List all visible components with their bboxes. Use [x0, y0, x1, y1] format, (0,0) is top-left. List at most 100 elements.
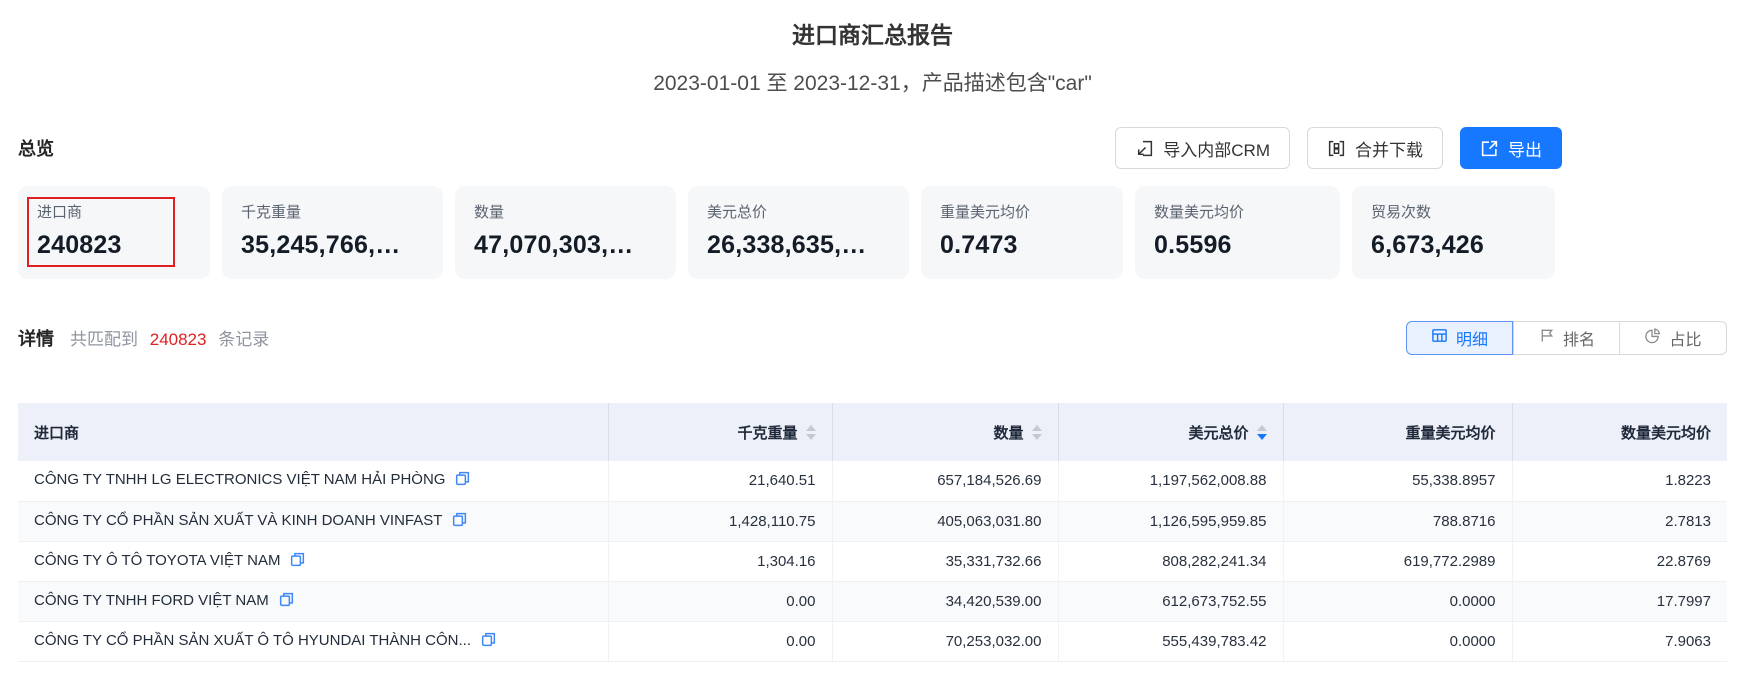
cell-usd: 1,197,562,008.88	[1058, 461, 1284, 502]
highlight-annotation-box	[27, 197, 175, 267]
cell-qty: 405,063,031.80	[832, 501, 1059, 542]
column-header-label: 美元总价	[1188, 424, 1249, 442]
stat-card-quantity: 数量 47,070,303,…	[455, 186, 676, 279]
column-header-usd: 美元总价	[1058, 403, 1284, 461]
stat-card-value: 0.5596	[1154, 231, 1232, 259]
page-title: 进口商汇总报告	[792, 22, 953, 48]
column-header-qty_avg: 数量美元均价	[1512, 403, 1727, 461]
importer-name-cell: CÔNG TY TNHH LG ELECTRONICS VIỆT NAM HẢI…	[18, 461, 609, 502]
stats-cards: 进口商 240823 千克重量 35,245,766,… 数量 47,070,303,… 美…	[18, 186, 1727, 279]
merge-download-button-label: 合并下载	[1355, 140, 1423, 160]
cell-kg_avg: 55,338.8957	[1283, 461, 1513, 502]
copy-icon[interactable]	[454, 470, 471, 491]
stat-card-label: 美元总价	[707, 204, 768, 221]
cell-kg: 0.00	[608, 581, 833, 622]
cell-qty_avg: 17.7997	[1512, 581, 1727, 622]
importer-name[interactable]: CÔNG TY Ô TÔ TOYOTA VIỆT NAM	[34, 552, 280, 569]
column-header-label: 重量美元均价	[1405, 424, 1496, 442]
stat-card-trade-count: 贸易次数 6,673,426	[1352, 186, 1555, 279]
cell-kg_avg: 619,772.2989	[1283, 541, 1513, 582]
sort-desc-icon[interactable]	[805, 433, 816, 440]
table-row: CÔNG TY CỔ PHẦN SẢN XUẤT Ô TÔ HYUNDAI TH…	[18, 621, 1727, 662]
copy-icon[interactable]	[480, 631, 497, 652]
cell-kg_avg: 788.8716	[1283, 501, 1513, 542]
sort-carets-qty[interactable]	[1031, 424, 1042, 440]
cell-kg: 1,304.16	[608, 541, 833, 582]
table-row: CÔNG TY CỔ PHẦN SẢN XUẤT VÀ KINH DOANH V…	[18, 501, 1727, 542]
column-header-qty: 数量	[832, 403, 1059, 461]
tab-ranking[interactable]: 排名	[1513, 321, 1620, 355]
cell-qty: 657,184,526.69	[832, 461, 1059, 502]
export-button[interactable]: 导出	[1460, 127, 1562, 169]
importer-name-cell: CÔNG TY CỔ PHẦN SẢN XUẤT Ô TÔ HYUNDAI TH…	[18, 621, 609, 662]
tab-ranking-label: 排名	[1562, 332, 1595, 349]
table-header-row: 进口商 千克重量 数量 美元总价 重量美元均价 数量美元均价	[18, 403, 1727, 461]
tab-proportion-label: 占比	[1669, 332, 1702, 349]
sort-carets-kg[interactable]	[805, 424, 816, 440]
stat-card-value: 47,070,303,…	[474, 231, 634, 259]
match-count: 240823	[149, 330, 207, 349]
table-row: CÔNG TY Ô TÔ TOYOTA VIỆT NAM 1,304.16 35,3…	[18, 541, 1727, 582]
stat-card-value: 26,338,635,…	[707, 231, 867, 259]
merge-download-button[interactable]: 合并下载	[1307, 127, 1443, 169]
importer-name[interactable]: CÔNG TY TNHH FORD VIỆT NAM	[34, 592, 269, 609]
copy-icon[interactable]	[451, 511, 468, 532]
importer-name[interactable]: CÔNG TY TNHH LG ELECTRONICS VIỆT NAM HẢI…	[34, 471, 445, 488]
importer-name[interactable]: CÔNG TY CỔ PHẦN SẢN XUẤT Ô TÔ HYUNDAI TH…	[34, 632, 471, 649]
stat-card-value: 6,673,426	[1371, 231, 1485, 259]
sort-asc-icon[interactable]	[805, 424, 816, 431]
import-crm-button-label: 导入内部CRM	[1163, 140, 1270, 160]
details-section-title: 详情	[18, 329, 54, 349]
sort-desc-icon[interactable]	[1256, 433, 1267, 440]
cell-kg_avg: 0.0000	[1283, 581, 1513, 622]
cell-qty: 34,420,539.00	[832, 581, 1059, 622]
importer-summary-report-page: 进口商汇总报告 2023-01-01 至 2023-12-31，产品描述包含"c…	[0, 0, 1745, 673]
copy-icon[interactable]	[289, 551, 306, 572]
ranking-icon	[1538, 327, 1555, 349]
cell-usd: 555,439,783.42	[1058, 621, 1284, 662]
stat-card-importers: 进口商 240823	[18, 186, 210, 279]
cell-qty_avg: 22.8769	[1512, 541, 1727, 582]
sort-carets-usd[interactable]	[1256, 424, 1267, 440]
importer-name[interactable]: CÔNG TY CỔ PHẦN SẢN XUẤT VÀ KINH DOANH V…	[34, 512, 442, 529]
details-bar: 详情 共匹配到 240823 条记录 明细 排名 占比	[18, 321, 1727, 355]
report-subtitle: 2023-01-01 至 2023-12-31，产品描述包含"car"	[653, 72, 1092, 95]
sort-asc-icon[interactable]	[1256, 424, 1267, 431]
tab-proportion[interactable]: 占比	[1620, 321, 1727, 355]
column-header-label: 进口商	[34, 424, 80, 442]
match-suffix: 条记录	[218, 330, 270, 349]
cell-kg: 21,640.51	[608, 461, 833, 502]
column-header-kg_avg: 重量美元均价	[1283, 403, 1513, 461]
tab-detail[interactable]: 明细	[1406, 321, 1513, 355]
import-crm-button[interactable]: 导入内部CRM	[1115, 127, 1290, 169]
sort-desc-icon[interactable]	[1031, 433, 1042, 440]
importer-name-cell: CÔNG TY TNHH FORD VIỆT NAM	[18, 581, 609, 622]
cell-qty_avg: 7.9063	[1512, 621, 1727, 662]
cell-kg: 1,428,110.75	[608, 501, 833, 542]
table-body: CÔNG TY TNHH LG ELECTRONICS VIỆT NAM HẢI…	[18, 461, 1727, 662]
stat-card-label: 数量美元均价	[1154, 204, 1245, 221]
importer-table: 进口商 千克重量 数量 美元总价 重量美元均价 数量美元均价 CÔNG TY TNHH L…	[18, 403, 1727, 662]
view-tab-group: 明细 排名 占比	[1406, 321, 1727, 355]
importer-name-cell: CÔNG TY CỔ PHẦN SẢN XUẤT VÀ KINH DOANH V…	[18, 501, 609, 542]
cell-usd: 1,126,595,959.85	[1058, 501, 1284, 542]
cell-usd: 808,282,241.34	[1058, 541, 1284, 582]
stat-card-label: 千克重量	[241, 204, 302, 221]
details-left: 详情 共匹配到 240823 条记录	[18, 325, 269, 351]
column-header-label: 数量美元均价	[1620, 424, 1711, 442]
import-icon	[1135, 139, 1154, 158]
cell-kg_avg: 0.0000	[1283, 621, 1513, 662]
column-header-kg: 千克重量	[608, 403, 833, 461]
stat-card-kg-weight: 千克重量 35,245,766,…	[222, 186, 443, 279]
cell-qty_avg: 2.7813	[1512, 501, 1727, 542]
stat-card-value: 35,245,766,…	[241, 231, 401, 259]
sort-asc-icon[interactable]	[1031, 424, 1042, 431]
cell-qty: 70,253,032.00	[832, 621, 1059, 662]
copy-icon[interactable]	[278, 591, 295, 612]
stat-card-usd-total: 美元总价 26,338,635,…	[688, 186, 909, 279]
table-row: CÔNG TY TNHH LG ELECTRONICS VIỆT NAM HẢI…	[18, 461, 1727, 502]
overview-bar: 总览 导入内部CRM 合并下载 导出	[18, 127, 1562, 169]
action-button-group: 导入内部CRM 合并下载 导出	[1115, 127, 1562, 169]
column-header-name: 进口商	[18, 403, 609, 461]
table-row: CÔNG TY TNHH FORD VIỆT NAM 0.00 34,420,539…	[18, 581, 1727, 622]
